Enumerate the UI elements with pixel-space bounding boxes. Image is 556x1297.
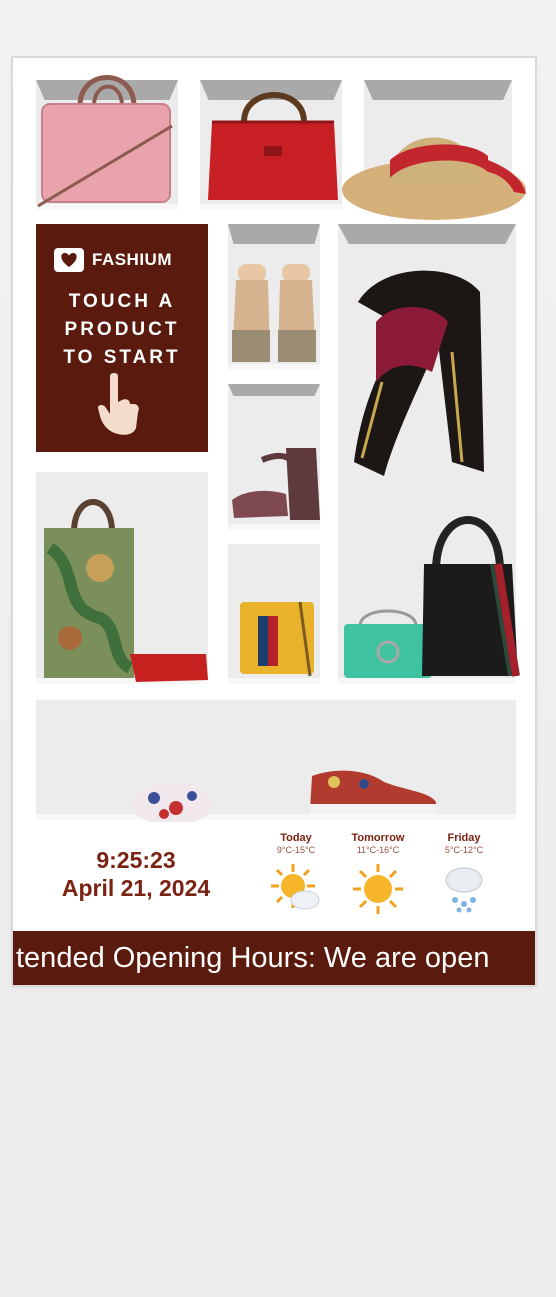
touch-to-start-panel[interactable]: FASHIUM TOUCH A PRODUCT TO START (36, 224, 208, 452)
jungle-tote-product[interactable] (40, 488, 140, 682)
pink-tote-bag-product[interactable] (34, 66, 176, 210)
info-bar: 9:25:23 April 21, 2024 Today 9°C-15°C To… (36, 822, 524, 928)
brand-name: FASHIUM (92, 250, 172, 269)
pointing-hand-icon (98, 373, 139, 435)
partly-sunny-icon (271, 864, 320, 910)
shelf-cell (36, 700, 516, 820)
touch-prompt: TOUCH A PRODUCT TO START (63, 291, 181, 368)
clock-date: April 21, 2024 (61, 875, 211, 901)
black-hobo-bag-product[interactable] (418, 504, 524, 680)
shelf-top (228, 224, 320, 244)
straw-hat-product[interactable] (338, 112, 530, 224)
weather-temp: 11°C-16°C (356, 845, 400, 855)
shelf-top (364, 80, 512, 100)
weather-day: Friday (447, 832, 481, 844)
kiosk-display: FASHIUM TOUCH A PRODUCT TO START 9:25:23… (0, 0, 556, 1297)
weather-temp: 5°C-12°C (444, 845, 484, 855)
red-pouch-product[interactable] (126, 650, 210, 684)
floral-clutch-product[interactable] (130, 778, 214, 828)
heart-logo-icon (54, 248, 84, 272)
brand-logo: FASHIUM (54, 248, 172, 272)
weather-day: Tomorrow (351, 832, 405, 844)
weather-today: Today 9°C-15°C (256, 832, 336, 916)
clock-time: 9:25:23 (96, 847, 176, 873)
shelf-top (338, 224, 516, 244)
shelf-top (228, 384, 320, 396)
yellow-mini-bag-product[interactable] (236, 596, 320, 678)
nude-heels-product[interactable] (230, 262, 320, 366)
floral-platform-heel-product[interactable] (228, 444, 322, 524)
silk-scarf-product[interactable] (352, 262, 486, 478)
weather-temp: 9°C-15°C (276, 845, 316, 855)
weather-day: Today (280, 832, 312, 844)
weather-tomorrow: Tomorrow 11°C-16°C (338, 832, 418, 916)
weather-friday: Friday 5°C-12°C (424, 832, 504, 916)
opening-hours-ticker: tended Opening Hours: We are open (13, 931, 535, 985)
clock: 9:25:23 April 21, 2024 (36, 846, 236, 902)
ticker-text: tended Opening Hours: We are open (16, 942, 490, 974)
embroidered-sneaker-product[interactable] (304, 762, 440, 816)
sunny-icon (353, 864, 403, 914)
red-handbag-product[interactable] (206, 86, 340, 204)
snow-cloud-icon (445, 867, 483, 913)
